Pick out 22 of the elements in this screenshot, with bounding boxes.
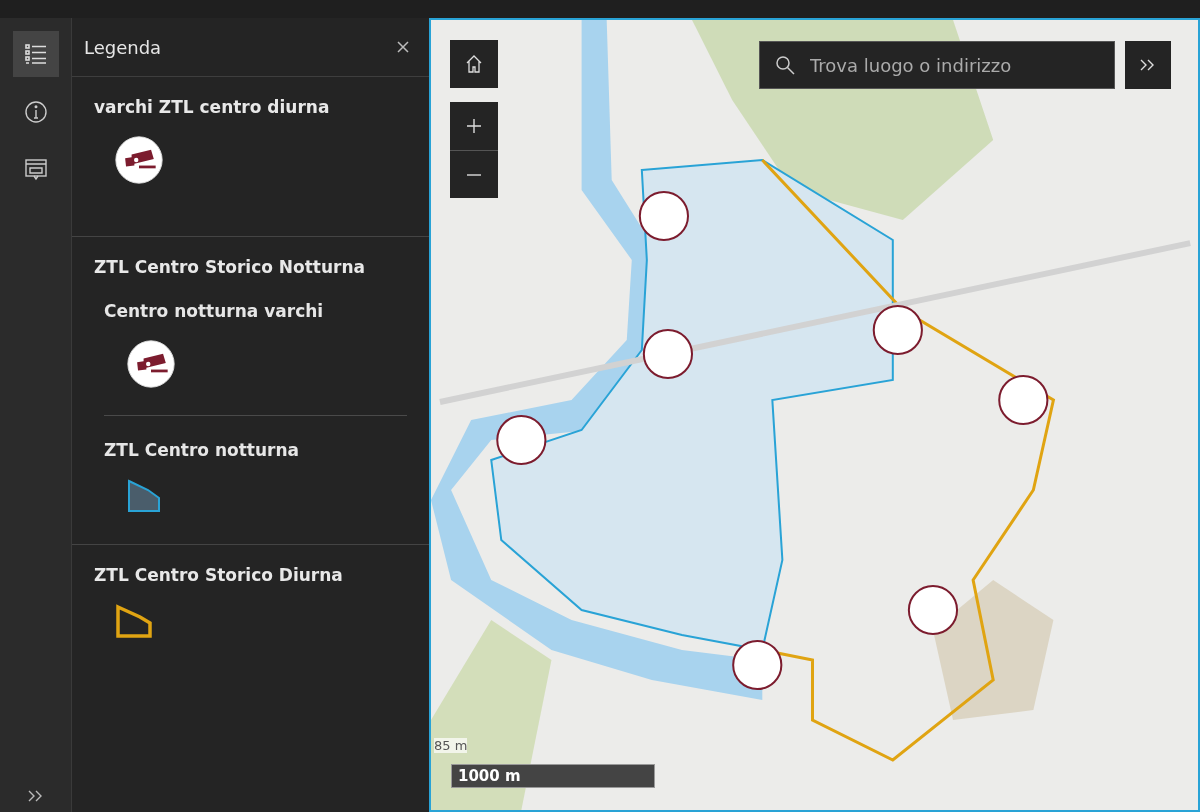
camera-marker-icon: [114, 135, 164, 185]
list-icon: [23, 42, 48, 66]
expand-button[interactable]: [1125, 41, 1171, 89]
zoom-in-button[interactable]: [450, 102, 498, 150]
minus-icon: [467, 173, 481, 176]
info-icon: [23, 100, 48, 124]
plus-icon: [467, 119, 481, 133]
sidebar-tab[interactable]: [12, 31, 59, 77]
layer-title: ZTL Centro Storico Diurna: [94, 565, 344, 585]
layer-title: varchi ZTL centro diurna: [94, 97, 331, 117]
close-icon: [397, 41, 409, 53]
scale-bar: 1000 m: [451, 764, 655, 788]
sublayer-title: Centro notturna varchi: [104, 301, 325, 321]
layer-title: ZTL Centro Storico Notturna: [94, 257, 367, 277]
search-field[interactable]: Trova luogo o indirizzo: [759, 41, 1115, 89]
camera-marker-icon: [126, 339, 176, 389]
scale-label: 85 m: [434, 738, 468, 753]
popup-icon: [23, 158, 48, 182]
home-button[interactable]: [450, 40, 498, 88]
panel-title: Legenda: [84, 36, 162, 58]
sublayer-title: ZTL Centro notturna: [104, 440, 300, 460]
home-icon: [464, 54, 484, 74]
